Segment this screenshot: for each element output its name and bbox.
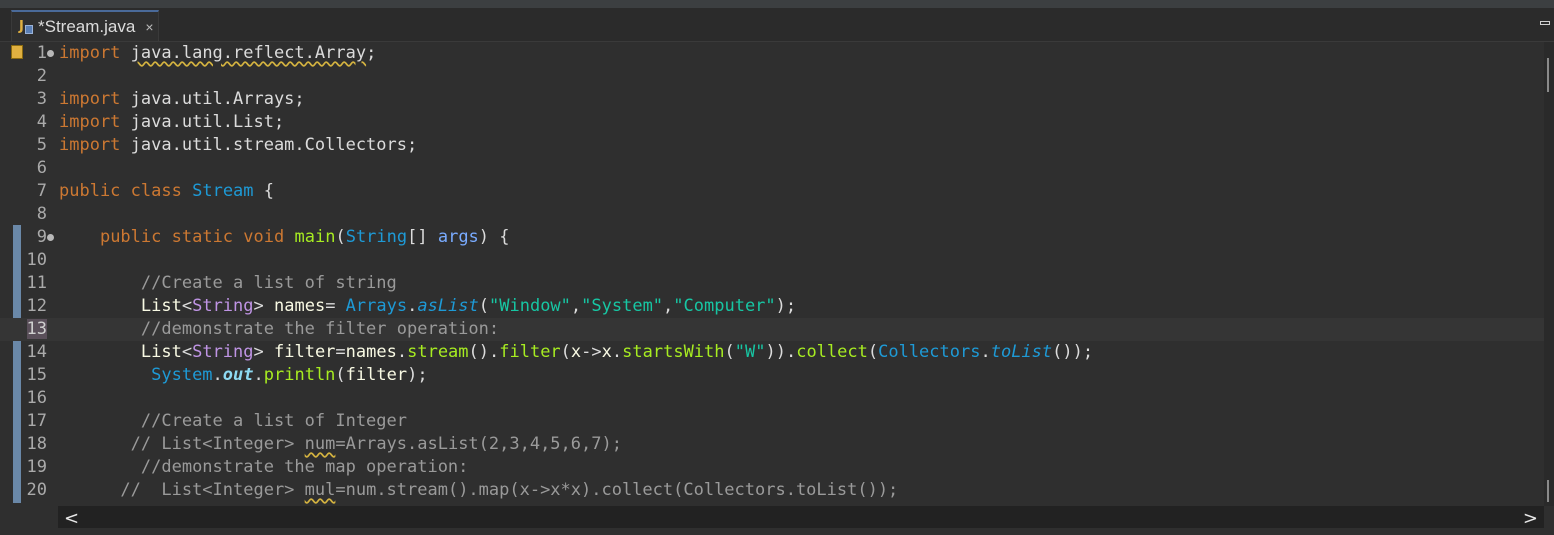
line-number: 3: [36, 89, 47, 109]
code-line[interactable]: 9 public static void main(String[] args)…: [0, 226, 1544, 249]
line-number: 19: [26, 457, 47, 477]
fold-toggle-icon[interactable]: [47, 234, 54, 241]
code-line[interactable]: 12 List<String> names= Arrays.asList("Wi…: [0, 295, 1544, 318]
code-text: System.out.println(filter);: [151, 365, 428, 385]
line-number: 13: [26, 319, 47, 339]
tab-title: *Stream.java: [38, 16, 136, 36]
code-text: import java.lang.reflect.Array;: [59, 43, 377, 63]
code-line[interactable]: 5 import java.util.stream.Collectors;: [0, 134, 1544, 157]
code-line[interactable]: 4 import java.util.List;: [0, 111, 1544, 134]
line-number: 5: [36, 135, 47, 155]
code-text: //demonstrate the map operation:: [140, 457, 469, 477]
code-text: import java.util.stream.Collectors;: [59, 135, 418, 155]
code-text: public class Stream {: [59, 181, 275, 201]
code-text: // List<Integer> mul=num.stream().map(x-…: [120, 480, 899, 500]
line-number: 10: [26, 250, 47, 270]
code-line[interactable]: 8: [0, 203, 1544, 226]
code-text: //demonstrate the filter operation:: [140, 319, 500, 339]
code-line[interactable]: 18 // List<Integer> num=Arrays.asList(2,…: [0, 433, 1544, 456]
vertical-scrollbar[interactable]: [1544, 42, 1554, 506]
line-number: 18: [26, 434, 47, 454]
code-line[interactable]: 6: [0, 157, 1544, 180]
code-text: //Create a list of string: [140, 273, 397, 293]
line-number: 4: [36, 112, 47, 132]
line-number: 6: [36, 158, 47, 178]
code-line[interactable]: 15 System.out.println(filter);: [0, 364, 1544, 387]
line-number: 9: [36, 227, 47, 247]
line-number: 17: [26, 411, 47, 431]
code-line[interactable]: 2: [0, 65, 1544, 88]
code-line[interactable]: 17 //Create a list of Integer: [0, 410, 1544, 433]
code-text: import java.util.Arrays;: [59, 89, 305, 109]
window-top-strip: [0, 0, 1554, 8]
code-line[interactable]: 13 //demonstrate the filter operation:: [0, 318, 1544, 341]
code-line[interactable]: 14 List<String> filter=names.stream().fi…: [0, 341, 1544, 364]
code-line[interactable]: 20 // List<Integer> mul=num.stream().map…: [0, 479, 1544, 502]
code-line[interactable]: 1 import java.lang.reflect.Array;: [0, 42, 1544, 65]
minimize-icon[interactable]: [1540, 21, 1550, 25]
overview-marker: [1547, 480, 1549, 502]
code-text: List<String> names= Arrays.asList("Windo…: [140, 296, 797, 316]
code-line[interactable]: 11 //Create a list of string: [0, 272, 1544, 295]
code-editor[interactable]: 1 import java.lang.reflect.Array; 2 3 import…: [0, 42, 1554, 506]
line-number: 11: [26, 273, 47, 293]
overview-marker: [1547, 58, 1549, 92]
line-number: 2: [36, 66, 47, 86]
code-text: //Create a list of Integer: [140, 411, 407, 431]
code-text: List<String> filter=names.stream().filte…: [140, 342, 1094, 362]
close-icon[interactable]: ×: [145, 19, 153, 35]
scroll-left-arrow-icon[interactable]: <: [64, 508, 79, 529]
horizontal-scrollbar[interactable]: < >: [58, 506, 1544, 529]
scroll-right-arrow-icon[interactable]: >: [1523, 508, 1538, 529]
tab-stream-java[interactable]: J *Stream.java ×: [11, 10, 159, 41]
line-number: 20: [26, 480, 47, 500]
code-line[interactable]: 3 import java.util.Arrays;: [0, 88, 1544, 111]
code-line[interactable]: 7 public class Stream {: [0, 180, 1544, 203]
code-line[interactable]: 19 //demonstrate the map operation:: [0, 456, 1544, 479]
code-line[interactable]: 16: [0, 387, 1544, 410]
fold-toggle-icon[interactable]: [47, 50, 54, 57]
line-number: 15: [26, 365, 47, 385]
java-file-icon: J: [18, 19, 34, 35]
code-line[interactable]: 10: [0, 249, 1544, 272]
code-text: // List<Integer> num=Arrays.asList(2,3,4…: [130, 434, 622, 454]
line-number: 12: [26, 296, 47, 316]
line-number: 14: [26, 342, 47, 362]
line-number: 1: [36, 43, 47, 63]
line-number: 7: [36, 181, 47, 201]
code-text: public static void main(String[] args) {: [99, 227, 510, 247]
code-text: import java.util.List;: [59, 112, 285, 132]
line-number: 16: [26, 388, 47, 408]
editor-tab-bar: J *Stream.java ×: [0, 8, 1554, 42]
line-number: 8: [36, 204, 47, 224]
